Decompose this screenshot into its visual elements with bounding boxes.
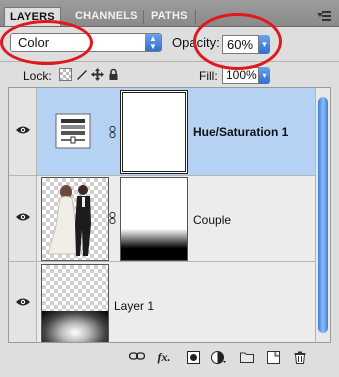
layer-thumbnail[interactable]: [41, 177, 109, 261]
layer-name[interactable]: Couple: [193, 213, 231, 227]
lock-all-icon[interactable]: [107, 68, 120, 81]
layers-panel: LAYERS CHANNELS PATHS Color ▲ ▼ Opacity: …: [0, 0, 339, 377]
eye-icon: [16, 126, 30, 134]
layer-thumbnail[interactable]: [41, 264, 109, 342]
delete-layer-icon[interactable]: [293, 351, 307, 364]
link-chain-icon[interactable]: [109, 212, 116, 224]
select-arrows-icon: ▲ ▼: [145, 34, 161, 51]
lock-transparency-icon[interactable]: [59, 67, 72, 81]
new-group-icon[interactable]: [240, 351, 254, 364]
blend-mode-value: Color: [18, 35, 50, 50]
layer-name[interactable]: Layer 1: [114, 299, 154, 313]
fill-slider-button[interactable]: ▾: [259, 67, 270, 84]
opacity-label: Opacity:: [172, 35, 220, 50]
lock-position-icon[interactable]: [91, 67, 104, 81]
divider: [0, 61, 339, 62]
visibility-toggle[interactable]: [9, 88, 37, 175]
visibility-toggle[interactable]: [9, 262, 37, 342]
eye-icon: [16, 213, 30, 221]
fill-label: Fill:: [199, 69, 218, 83]
scrollbar-thumb[interactable]: [318, 97, 328, 333]
blend-mode-select[interactable]: Color ▲ ▼: [10, 33, 162, 52]
lock-label: Lock:: [23, 69, 52, 83]
layers-scrollbar[interactable]: [315, 88, 330, 342]
eye-icon: [16, 298, 30, 306]
lock-pixels-icon[interactable]: [75, 68, 88, 81]
layer-style-icon[interactable]: fx.: [157, 351, 171, 364]
layer-mask-thumbnail[interactable]: [120, 177, 188, 261]
add-mask-icon[interactable]: [186, 351, 200, 364]
tab-layers[interactable]: LAYERS: [4, 7, 61, 26]
tab-channels[interactable]: CHANNELS: [70, 7, 143, 26]
adjustment-icon[interactable]: [55, 113, 91, 149]
layer-name[interactable]: Hue/Saturation 1: [193, 125, 288, 139]
panel-bottom-toolbar: fx.: [0, 343, 339, 377]
adjustment-layer-icon[interactable]: [211, 351, 226, 364]
panel-menu-icon[interactable]: [317, 11, 331, 21]
visibility-toggle[interactable]: [9, 176, 37, 261]
panel-tab-bar: LAYERS CHANNELS PATHS: [0, 0, 339, 27]
tab-paths[interactable]: PATHS: [146, 7, 193, 26]
layers-list: Hue/Saturation 1 Couple Layer 1: [8, 87, 331, 343]
gradient-preview: [42, 311, 108, 342]
link-chain-icon[interactable]: [109, 126, 116, 138]
layer-row-hue-saturation[interactable]: Hue/Saturation 1: [9, 88, 316, 176]
couple-photo-icon: [47, 185, 91, 256]
new-layer-icon[interactable]: [266, 351, 280, 364]
layer-row-layer-1[interactable]: Layer 1: [9, 262, 316, 342]
link-layers-icon[interactable]: [128, 351, 146, 364]
tab-divider: [143, 10, 144, 24]
layer-row-couple[interactable]: Couple: [9, 176, 316, 262]
tab-divider: [195, 10, 196, 24]
lock-options: [59, 67, 120, 81]
opacity-input[interactable]: 60%: [222, 35, 259, 54]
layer-mask-thumbnail[interactable]: [120, 90, 188, 174]
opacity-slider-button[interactable]: ▾: [259, 35, 270, 54]
fill-input[interactable]: 100%: [222, 67, 259, 84]
